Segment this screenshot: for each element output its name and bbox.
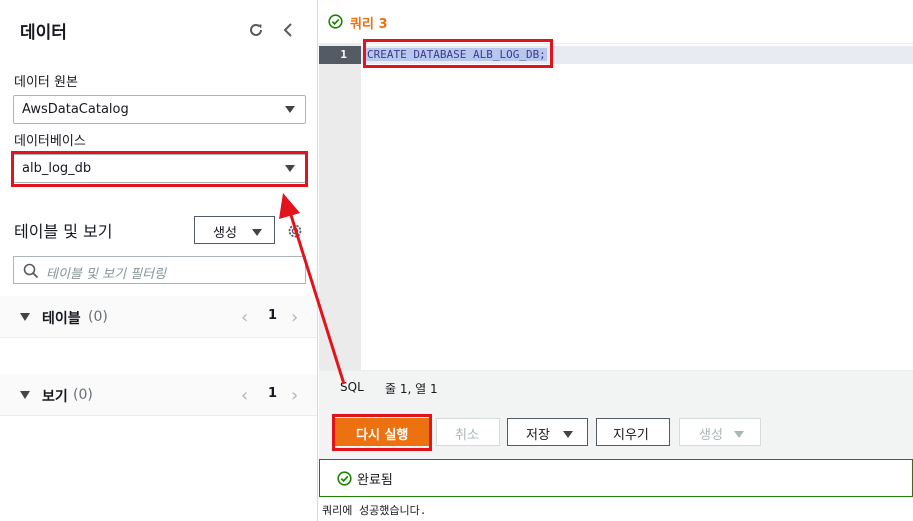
tables-group-label: 테이블 — [42, 311, 81, 327]
caret-down-icon — [734, 431, 744, 438]
data-source-value: AwsDataCatalog — [22, 102, 129, 117]
line-gutter — [319, 44, 361, 370]
tables-views-title: 테이블 및 보기 — [14, 222, 113, 241]
caret-down-icon — [252, 229, 262, 236]
tables-page-number: 1 — [268, 308, 278, 323]
result-message: 쿼리에 성공했습니다. — [322, 504, 427, 517]
gear-icon[interactable] — [286, 222, 304, 240]
editor-status-bar: SQL 줄 1, 열 1 — [319, 370, 913, 402]
search-icon — [23, 263, 39, 279]
success-check-icon — [337, 471, 352, 486]
data-panel: 데이터 데이터 원본 AwsDataCatalog 데이터베이스 alb_log… — [0, 0, 318, 521]
views-page-number: 1 — [268, 386, 278, 401]
clear-button[interactable]: 지우기 — [596, 418, 670, 446]
run-again-button[interactable]: 다시 실행 — [335, 418, 431, 446]
cursor-position: 줄 1, 열 1 — [385, 382, 438, 396]
query-action-bar: 다시 실행 취소 저장 지우기 생성 — [319, 402, 913, 460]
line-number: 1 — [319, 46, 361, 64]
database-value: alb_log_db — [22, 161, 92, 176]
caret-down-icon — [563, 431, 573, 438]
views-count: (0) — [73, 387, 93, 403]
sql-editor[interactable]: 1 CREATE DATABASE ALB_LOG_DB; — [319, 39, 913, 370]
create-button-label: 생성 — [213, 226, 237, 241]
data-source-label: 데이터 원본 — [14, 75, 78, 90]
filter-placeholder: 테이블 및 보기 필터링 — [46, 267, 167, 282]
success-check-icon — [328, 14, 343, 29]
panel-title: 데이터 — [20, 23, 67, 43]
tables-count: (0) — [88, 309, 108, 325]
expand-triangle-icon[interactable] — [20, 391, 30, 399]
collapse-chevron-icon[interactable] — [278, 20, 298, 40]
save-button[interactable]: 저장 — [507, 418, 588, 446]
expand-triangle-icon[interactable] — [20, 313, 30, 321]
refresh-icon[interactable] — [246, 20, 266, 40]
query-tab-name[interactable]: 쿼리 3 — [350, 13, 388, 32]
data-source-select[interactable]: AwsDataCatalog — [13, 95, 306, 124]
views-group-label: 보기 — [42, 389, 68, 405]
next-page-icon[interactable]: › — [291, 385, 298, 406]
caret-down-icon — [285, 165, 295, 172]
next-page-icon[interactable]: › — [291, 307, 298, 328]
query-result-panel: 완료됨 — [319, 459, 913, 497]
cancel-button[interactable]: 취소 — [436, 418, 500, 446]
prev-page-icon[interactable]: ‹ — [241, 307, 248, 328]
sql-code-line[interactable]: CREATE DATABASE ALB_LOG_DB; — [366, 48, 547, 61]
query-tab-bar: 쿼리 3 — [319, 0, 913, 44]
create-table-button[interactable]: 생성 — [194, 216, 275, 244]
create-dropdown-button[interactable]: 생성 — [679, 418, 761, 446]
result-status: 완료됨 — [357, 473, 393, 488]
table-filter-input[interactable]: 테이블 및 보기 필터링 — [13, 256, 306, 284]
language-indicator: SQL — [340, 380, 364, 394]
prev-page-icon[interactable]: ‹ — [241, 385, 248, 406]
views-group[interactable]: 보기 (0) ‹ 1 › — [0, 374, 317, 416]
database-select[interactable]: alb_log_db — [13, 154, 306, 183]
database-label: 데이터베이스 — [14, 134, 86, 149]
tables-group[interactable]: 테이블 (0) ‹ 1 › — [0, 296, 317, 338]
caret-down-icon — [285, 106, 295, 113]
